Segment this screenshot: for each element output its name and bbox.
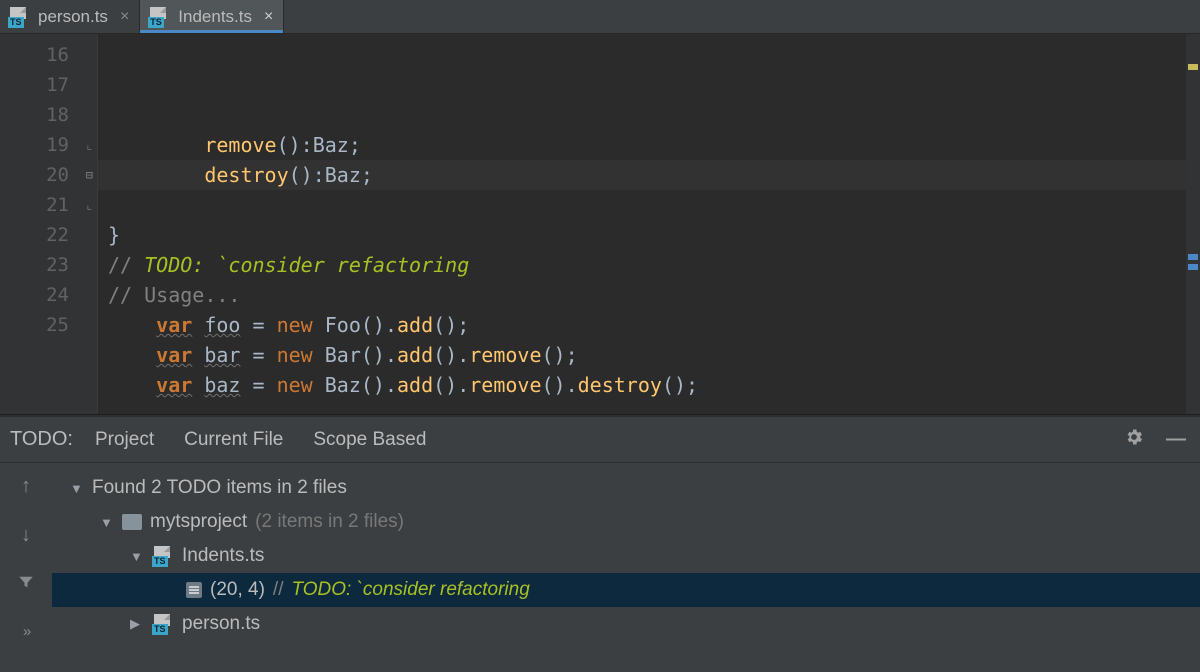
expand-icon[interactable]: ▼ bbox=[100, 515, 114, 530]
code-line[interactable] bbox=[98, 190, 1200, 220]
tree-file-row[interactable]: ▼ TS Indents.ts bbox=[52, 539, 1200, 573]
file-name: person.ts bbox=[182, 613, 260, 635]
fold-icon[interactable]: ⊟ bbox=[81, 169, 93, 181]
more-icon[interactable]: » bbox=[23, 623, 29, 640]
line-number: 24 bbox=[0, 280, 97, 310]
todo-view-tab[interactable]: Project bbox=[95, 429, 154, 451]
typescript-file-icon: TS bbox=[8, 7, 30, 27]
tab-label: Indents.ts bbox=[178, 7, 252, 27]
editor-tabs: TS person.ts ×TS Indents.ts × bbox=[0, 0, 1200, 34]
code-area[interactable]: remove():Baz; destroy():Baz;}// TODO: `c… bbox=[98, 34, 1200, 414]
tree-todo-item-row[interactable]: ▼ (20, 4) // TODO: `consider refactoring bbox=[52, 573, 1200, 607]
code-line[interactable] bbox=[98, 400, 1200, 430]
marker-bar[interactable] bbox=[1186, 34, 1200, 414]
todo-view-tabs: Project Current File Scope Based bbox=[95, 429, 426, 451]
code-line[interactable]: var baz = new Baz().add().remove().destr… bbox=[98, 370, 1200, 400]
tree-file-row[interactable]: ▶ TS person.ts bbox=[52, 607, 1200, 641]
arrow-down-icon[interactable]: ↓ bbox=[21, 524, 31, 547]
code-line[interactable]: var bar = new Bar().add().remove(); bbox=[98, 340, 1200, 370]
todo-toolbar: ↑ ↓ » bbox=[0, 463, 52, 672]
code-item-icon bbox=[186, 582, 202, 598]
todo-item-text: TODO: `consider refactoring bbox=[291, 579, 529, 601]
line-number: 22 bbox=[0, 220, 97, 250]
todo-item-position: (20, 4) bbox=[210, 579, 265, 601]
line-number: 21⌞ bbox=[0, 190, 97, 220]
collapse-icon[interactable]: ▶ bbox=[130, 616, 144, 632]
editor-tab[interactable]: TS person.ts × bbox=[0, 0, 140, 33]
summary-label: Found 2 TODO items in 2 files bbox=[92, 477, 347, 499]
project-name: mytsproject bbox=[150, 511, 247, 533]
typescript-file-icon: TS bbox=[152, 614, 174, 634]
typescript-file-icon: TS bbox=[148, 7, 170, 27]
todo-item-prefix: // bbox=[273, 579, 284, 601]
fold-icon[interactable]: ⌞ bbox=[81, 199, 93, 211]
expand-icon[interactable]: ▼ bbox=[130, 549, 144, 564]
code-line[interactable]: } bbox=[98, 220, 1200, 250]
info-marker[interactable] bbox=[1188, 264, 1198, 270]
todo-view-tab[interactable]: Current File bbox=[184, 429, 283, 451]
todo-tree[interactable]: ▼ Found 2 TODO items in 2 files ▼ mytspr… bbox=[52, 463, 1200, 672]
close-icon[interactable]: × bbox=[260, 8, 273, 26]
close-icon[interactable]: × bbox=[116, 8, 129, 26]
warning-marker[interactable] bbox=[1188, 64, 1198, 70]
line-number: 16 bbox=[0, 40, 97, 70]
code-line[interactable]: var foo = new Foo().add(); bbox=[98, 310, 1200, 340]
typescript-file-icon: TS bbox=[152, 546, 174, 566]
info-marker[interactable] bbox=[1188, 254, 1198, 260]
fold-icon[interactable]: ⌞ bbox=[81, 139, 93, 151]
line-number: 17 bbox=[0, 70, 97, 100]
tab-label: person.ts bbox=[38, 7, 108, 27]
arrow-up-icon[interactable]: ↑ bbox=[21, 475, 31, 498]
todo-panel-title: TODO: bbox=[10, 428, 73, 451]
line-number: 23 bbox=[0, 250, 97, 280]
file-name: Indents.ts bbox=[182, 545, 264, 567]
line-number: 20⊟ bbox=[0, 160, 97, 190]
expand-icon[interactable]: ▼ bbox=[70, 481, 84, 496]
code-line[interactable]: destroy():Baz; bbox=[98, 160, 1200, 190]
line-number: 18 bbox=[0, 100, 97, 130]
project-note: (2 items in 2 files) bbox=[255, 511, 404, 533]
code-line[interactable]: // Usage... bbox=[98, 280, 1200, 310]
line-gutter: 16171819⌞20⊟21⌞22232425 bbox=[0, 34, 98, 414]
tree-summary-row[interactable]: ▼ Found 2 TODO items in 2 files bbox=[52, 471, 1200, 505]
code-line[interactable]: // TODO: `consider refactoring bbox=[98, 250, 1200, 280]
gear-icon[interactable] bbox=[1124, 427, 1144, 453]
todo-view-tab[interactable]: Scope Based bbox=[313, 429, 426, 451]
tree-project-row[interactable]: ▼ mytsproject (2 items in 2 files) bbox=[52, 505, 1200, 539]
code-line[interactable]: remove():Baz; bbox=[98, 130, 1200, 160]
line-number: 25 bbox=[0, 310, 97, 340]
minimize-icon[interactable]: — bbox=[1166, 428, 1186, 451]
folder-icon bbox=[122, 514, 142, 530]
code-editor[interactable]: 16171819⌞20⊟21⌞22232425 remove():Baz; de… bbox=[0, 34, 1200, 414]
editor-tab[interactable]: TS Indents.ts × bbox=[140, 0, 284, 33]
line-number: 19⌞ bbox=[0, 130, 97, 160]
todo-panel: TODO: Project Current File Scope Based — ↑… bbox=[0, 415, 1200, 672]
filter-icon[interactable] bbox=[17, 573, 35, 597]
